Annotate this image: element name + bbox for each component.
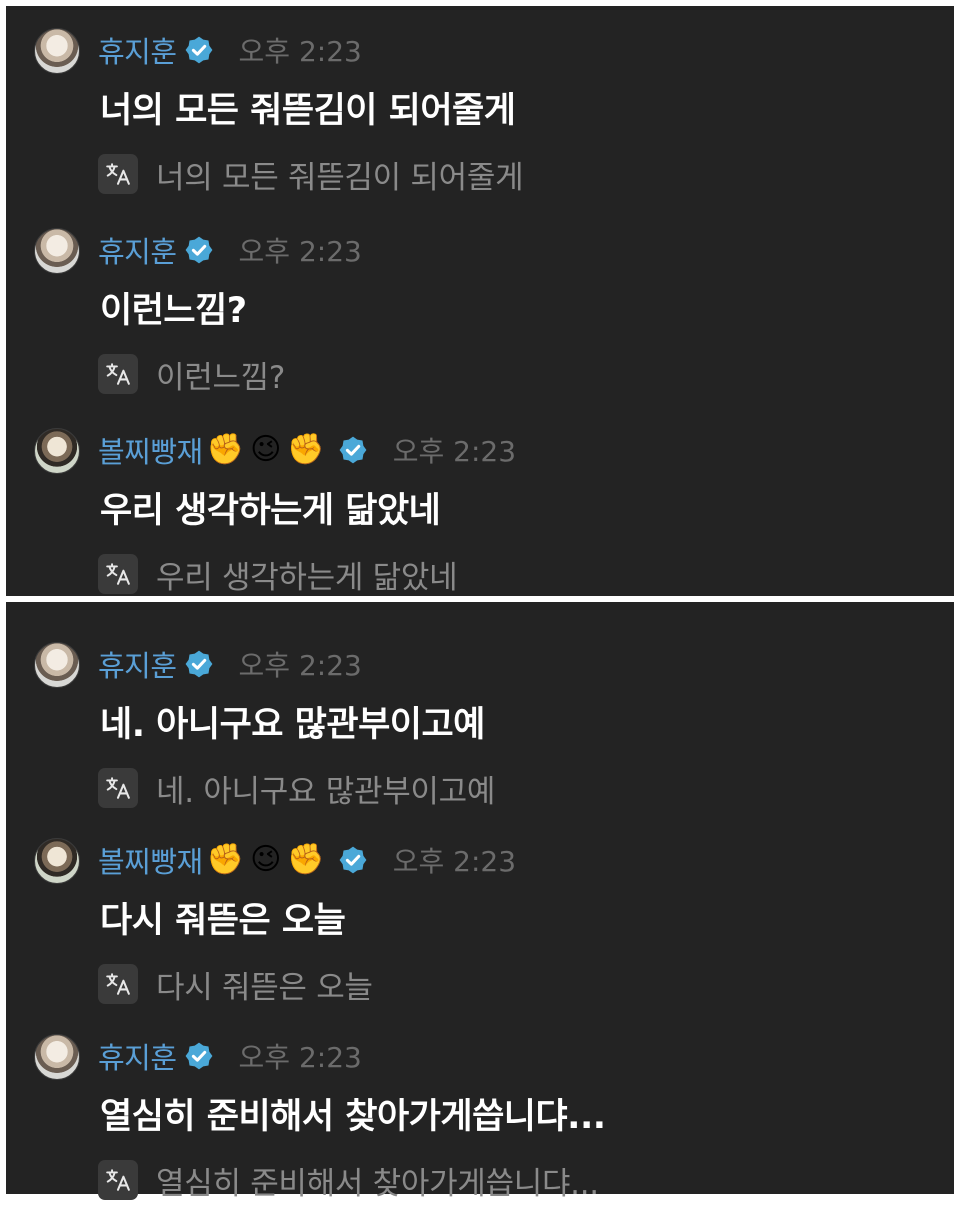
translation-row: 이런느낌? — [98, 352, 285, 396]
message-text: 열심히 준비해서 찾아가게씁니댜... — [100, 1097, 606, 1137]
translation-row: 우리 생각하는게 닮았네 — [98, 552, 458, 596]
translate-icon[interactable] — [98, 964, 138, 1004]
message-text: 다시 줘뜯은 오늘 — [100, 901, 346, 941]
message-header: 볼찌빵재 ✊ 😉 ✊ 오후 2:23 — [98, 430, 516, 470]
timestamp: 오후 2:23 — [238, 235, 362, 268]
timestamp: 오후 2:23 — [392, 435, 517, 468]
verified-badge-icon — [185, 1042, 212, 1070]
username-emojis: ✊ 😉 ✊ — [207, 435, 331, 465]
username-emoji: ✊ — [206, 842, 245, 877]
message-text: 너의 모든 줘뜯김이 되어줄게 — [100, 91, 516, 131]
verified-badge-icon — [339, 846, 367, 874]
translate-icon[interactable] — [98, 354, 138, 394]
translation-text: 네. 아니구요 많관부이고예 — [156, 773, 496, 810]
chat-message: 휴지훈 오후 2:23 너의 모든 줘뜯김이 되어줄게 너의 모든 줘뜯김이 되어줄게 — [6, 20, 954, 210]
translate-icon[interactable] — [98, 554, 138, 594]
translate-icon[interactable] — [98, 154, 138, 194]
timestamp: 오후 2:23 — [392, 845, 517, 878]
chat-message: 휴지훈 오후 2:23 이런느낌? 이런느낌? — [6, 220, 954, 410]
username-emoji: ✊ — [287, 432, 325, 467]
timestamp: 오후 2:23 — [238, 35, 362, 68]
translate-glyph — [106, 163, 130, 185]
translate-glyph — [106, 1169, 130, 1191]
message-header: 휴지훈 오후 2:23 — [98, 230, 362, 270]
username[interactable]: 휴지훈 — [98, 643, 177, 685]
translation-text: 너의 모든 줘뜯김이 되어줄게 — [156, 159, 524, 196]
message-text: 우리 생각하는게 닮았네 — [100, 491, 441, 531]
translation-text: 다시 줘뜯은 오늘 — [156, 969, 373, 1006]
translation-text: 이런느낌? — [156, 359, 286, 396]
translate-icon[interactable] — [98, 1160, 138, 1200]
chat-message: 볼찌빵재 ✊ 😉 ✊ 오후 2:23 우리 생각하는게 닮았네 우리 생각하는게 닮았네 — [6, 420, 954, 610]
username-emoji: ✊ — [206, 432, 245, 467]
translate-icon[interactable] — [98, 768, 138, 808]
message-header: 휴지훈 오후 2:23 — [98, 644, 362, 684]
translate-glyph — [106, 973, 130, 995]
username-emoji: 😉 — [250, 432, 282, 467]
avatar[interactable] — [34, 1034, 80, 1080]
username[interactable]: 휴지훈 — [98, 1035, 177, 1077]
chat-message: 휴지훈 오후 2:23 네. 아니구요 많관부이고예 네. 아니구요 많관부이고예 — [6, 634, 954, 824]
translation-text: 열심히 준비해서 찾아가게씁니댜... — [156, 1165, 599, 1202]
verified-badge-icon — [339, 436, 367, 464]
message-header: 휴지훈 오후 2:23 — [98, 1036, 362, 1076]
chat-panel-bottom: 휴지훈 오후 2:23 네. 아니구요 많관부이고예 네. 아니구요 많관부이고예 볼찌… — [6, 602, 954, 1202]
message-text: 이런느낌? — [100, 291, 247, 331]
translation-row: 열심히 준비해서 찾아가게씁니댜... — [98, 1158, 599, 1202]
username-emoji: ✊ — [287, 842, 325, 877]
avatar[interactable] — [34, 428, 80, 474]
chat-message: 휴지훈 오후 2:23 열심히 준비해서 찾아가게씁니댜... 열심히 준비해서 찾아… — [6, 1026, 954, 1216]
avatar[interactable] — [34, 28, 80, 74]
username-emoji: 😉 — [250, 842, 282, 877]
timestamp: 오후 2:23 — [238, 1041, 362, 1074]
avatar[interactable] — [34, 642, 80, 688]
verified-badge-icon — [185, 36, 212, 64]
timestamp: 오후 2:23 — [238, 649, 362, 682]
avatar[interactable] — [34, 228, 80, 274]
username[interactable]: 볼찌빵재 — [98, 839, 203, 881]
username[interactable]: 볼찌빵재 — [98, 429, 203, 471]
translate-glyph — [106, 363, 130, 385]
username[interactable]: 휴지훈 — [98, 29, 177, 71]
message-header: 휴지훈 오후 2:23 — [98, 30, 362, 70]
verified-badge-icon — [185, 650, 212, 678]
translation-row: 다시 줘뜯은 오늘 — [98, 962, 373, 1006]
verified-badge-icon — [185, 236, 212, 264]
chat-panel-top: 휴지훈 오후 2:23 너의 모든 줘뜯김이 되어줄게 너의 모든 줘뜯김이 되어줄게… — [6, 6, 954, 596]
username[interactable]: 휴지훈 — [98, 229, 177, 271]
translation-row: 네. 아니구요 많관부이고예 — [98, 766, 495, 810]
message-text: 네. 아니구요 많관부이고예 — [100, 705, 485, 745]
username-emojis: ✊ 😉 ✊ — [207, 845, 331, 875]
translation-row: 너의 모든 줘뜯김이 되어줄게 — [98, 152, 524, 196]
avatar[interactable] — [34, 838, 80, 884]
chat-message: 볼찌빵재 ✊ 😉 ✊ 오후 2:23 다시 줘뜯은 오늘 다시 줘뜯은 오늘 — [6, 830, 954, 1020]
translation-text: 우리 생각하는게 닮았네 — [156, 559, 458, 596]
translate-glyph — [106, 777, 130, 799]
translate-glyph — [106, 563, 130, 585]
message-header: 볼찌빵재 ✊ 😉 ✊ 오후 2:23 — [98, 840, 516, 880]
